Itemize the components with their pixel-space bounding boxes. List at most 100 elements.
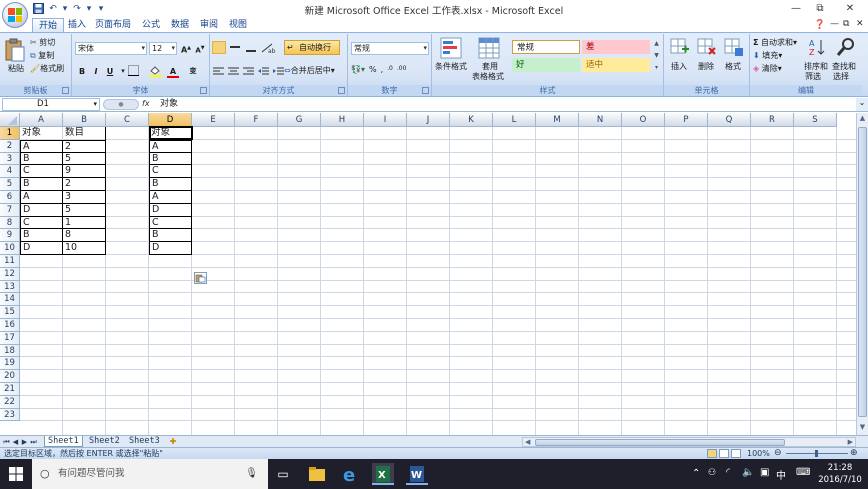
cell-b9[interactable]: 8 — [63, 229, 106, 243]
file-explorer-icon[interactable] — [306, 463, 328, 485]
scroll-right-icon[interactable]: ▶ — [848, 438, 853, 447]
normal-view-icon[interactable] — [707, 449, 717, 458]
cell-b5[interactable]: 2 — [63, 178, 106, 191]
wrap-text-button[interactable]: ↵ 自动换行 — [284, 40, 340, 55]
undo-icon[interactable]: ↶ — [47, 3, 59, 15]
tab-view[interactable]: 视图 — [223, 18, 253, 33]
conditional-format-icon[interactable] — [440, 37, 462, 59]
edge-browser-icon[interactable]: e — [340, 463, 362, 486]
cell-a9[interactable]: B — [20, 229, 63, 243]
align-middle-icon[interactable] — [228, 41, 242, 54]
cell-d3[interactable]: B — [149, 152, 192, 166]
font-launcher-icon[interactable] — [200, 87, 207, 94]
cell-a8[interactable]: C — [20, 216, 63, 230]
zoom-level[interactable]: 100% — [747, 448, 770, 459]
cut-button[interactable]: ✂ 剪切 — [30, 37, 55, 48]
align-center-icon[interactable] — [227, 65, 240, 78]
delete-cells-button[interactable]: 删除 — [698, 61, 714, 72]
page-break-view-icon[interactable] — [731, 449, 741, 458]
align-top-icon[interactable] — [212, 41, 226, 54]
currency-icon[interactable]: 💱▾ — [351, 65, 365, 74]
column-header-q[interactable]: Q — [708, 113, 751, 127]
row-header-5[interactable]: 5 — [0, 178, 20, 191]
border-icon[interactable] — [126, 65, 140, 78]
last-sheet-icon[interactable]: ⏭ — [29, 437, 38, 447]
help-icon[interactable]: ❓ — [814, 20, 825, 30]
ribbon-close-icon[interactable]: ✕ — [856, 19, 864, 29]
microphone-icon[interactable]: 🎙 — [245, 459, 258, 489]
column-header-n[interactable]: N — [579, 113, 622, 127]
formula-bar-splitter[interactable]: ● — [103, 99, 139, 110]
scroll-down-icon[interactable]: ▼ — [858, 423, 867, 432]
people-icon[interactable]: ⚇ — [708, 468, 716, 478]
row-header-19[interactable]: 19 — [0, 357, 20, 371]
column-header-i[interactable]: I — [364, 113, 407, 127]
table-format-icon[interactable] — [478, 37, 500, 59]
alignment-launcher-icon[interactable] — [338, 87, 345, 94]
column-header-r[interactable]: R — [751, 113, 794, 127]
column-header-p[interactable]: P — [665, 113, 708, 127]
align-right-icon[interactable] — [242, 65, 255, 78]
clock[interactable]: 21:28 2016/7/10 — [816, 462, 864, 486]
word-taskbar-icon[interactable]: W — [406, 463, 428, 485]
office-button[interactable] — [2, 2, 28, 28]
undo-dropdown-icon[interactable]: ▾ — [62, 3, 68, 15]
row-header-14[interactable]: 14 — [0, 293, 20, 307]
cell-a4[interactable]: C — [20, 165, 63, 179]
cell-a5[interactable]: B — [20, 178, 63, 191]
styles-scroll[interactable]: ▲ ▼ ▾ — [652, 38, 661, 74]
align-bottom-icon[interactable] — [244, 41, 258, 54]
redo-dropdown-icon[interactable]: ▾ — [86, 3, 92, 15]
row-header-6[interactable]: 6 — [0, 191, 20, 204]
insert-function-icon[interactable]: fx — [142, 99, 150, 108]
insert-cells-button[interactable]: 插入 — [671, 61, 687, 72]
row-header-1[interactable]: 1 — [0, 127, 20, 140]
start-button[interactable] — [0, 459, 32, 489]
format-painter-button[interactable]: 🖌格式刷 — [30, 63, 64, 74]
ribbon-restore-icon[interactable]: ⧉ — [843, 19, 849, 29]
column-header-m[interactable]: M — [536, 113, 579, 127]
sheet-tab-sheet3[interactable]: Sheet3 — [126, 436, 163, 447]
increase-decimal-button[interactable]: .0 — [387, 65, 393, 74]
cell-a10[interactable]: D — [20, 242, 63, 255]
tab-insert[interactable]: 插入 — [62, 18, 92, 33]
scroll-up-icon[interactable]: ▲ — [858, 114, 867, 123]
clipboard-launcher-icon[interactable] — [62, 87, 69, 94]
row-header-16[interactable]: 16 — [0, 319, 20, 332]
insert-cells-icon[interactable] — [670, 37, 690, 57]
vertical-scroll-thumb[interactable] — [858, 127, 867, 417]
row-header-7[interactable]: 7 — [0, 203, 20, 217]
ime-indicator[interactable]: 中 — [776, 467, 786, 482]
keyboard-icon[interactable]: ⌨ — [796, 467, 810, 478]
zoom-in-icon[interactable]: ⊕ — [850, 448, 858, 459]
horizontal-scroll-thumb[interactable] — [535, 439, 785, 446]
taskbar-search-box[interactable]: ○ 有问题尽管问我 🎙 — [32, 459, 268, 489]
row-header-21[interactable]: 21 — [0, 383, 20, 396]
cell-d4[interactable]: C — [149, 165, 192, 179]
tab-page-layout[interactable]: 页面布局 — [89, 18, 137, 33]
align-left-icon[interactable] — [212, 65, 225, 78]
column-header-h[interactable]: H — [321, 113, 364, 127]
sort-filter-icon[interactable]: AZ — [808, 37, 828, 57]
ribbon-minimize-icon[interactable]: — — [830, 19, 839, 29]
cell-b3[interactable]: 5 — [63, 152, 106, 166]
shrink-font-button[interactable]: A▼ — [193, 42, 207, 55]
minimize-button[interactable]: — — [786, 2, 806, 16]
column-header-k[interactable]: K — [450, 113, 493, 127]
task-view-icon[interactable]: ▭ — [272, 463, 294, 485]
horizontal-scrollbar[interactable]: ◀ ▶ — [522, 437, 856, 447]
row-header-9[interactable]: 9 — [0, 229, 20, 243]
action-center-icon[interactable]: ▣ — [760, 467, 769, 478]
column-header-b[interactable]: B — [63, 113, 106, 127]
cell-a1[interactable]: 对象 — [20, 127, 63, 140]
decrease-decimal-button[interactable]: .00 — [397, 65, 407, 74]
vertical-scrollbar[interactable]: ▲ ▼ — [856, 113, 868, 435]
column-header-c[interactable]: C — [106, 113, 149, 127]
format-cells-button[interactable]: 格式 — [725, 61, 741, 72]
customize-qat-icon[interactable]: ▾ — [95, 3, 107, 15]
cell-d8[interactable]: C — [149, 216, 192, 230]
row-header-2[interactable]: 2 — [0, 139, 20, 153]
row-header-13[interactable]: 13 — [0, 280, 20, 294]
cell-d5[interactable]: B — [149, 178, 192, 191]
select-all-corner[interactable] — [0, 113, 20, 127]
